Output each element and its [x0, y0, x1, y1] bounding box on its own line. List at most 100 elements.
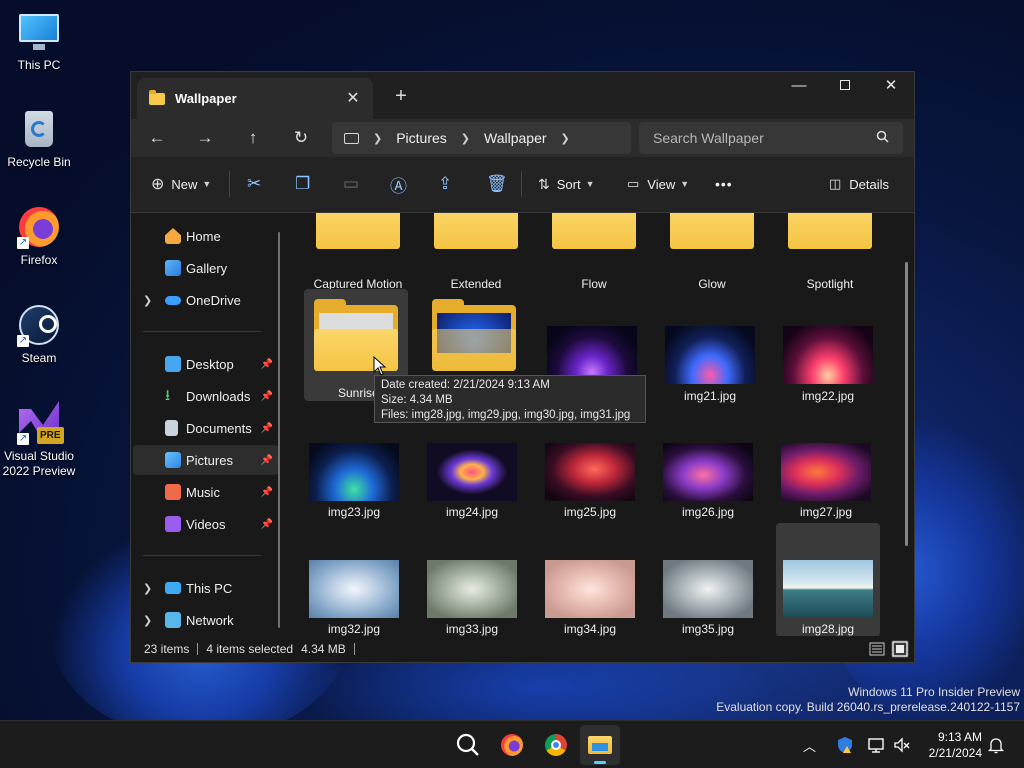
- sidebar-scrollbar[interactable]: [278, 232, 280, 628]
- delete-button[interactable]: 🗑: [486, 169, 508, 199]
- security-tray-icon[interactable]: [836, 721, 854, 768]
- new-button[interactable]: ⊕ New ▼: [151, 169, 211, 199]
- image-item[interactable]: img32.jpg: [302, 550, 406, 637]
- content-scrollbar[interactable]: [905, 262, 908, 546]
- sidebar-item-label: Videos: [186, 516, 226, 532]
- sidebar-item-onedrive[interactable]: ❯ OneDrive: [133, 285, 279, 315]
- cut-button[interactable]: ✂: [247, 169, 261, 199]
- folder-item[interactable]: Spotlight: [778, 213, 882, 291]
- search-input[interactable]: Search Wallpaper: [639, 122, 903, 154]
- search-icon: [876, 130, 889, 146]
- plus-circle-icon: ⊕: [151, 176, 165, 193]
- sidebar-item-network[interactable]: ❯ Network: [133, 605, 279, 635]
- sidebar-item-documents[interactable]: Documents 📌: [133, 413, 279, 443]
- view-button[interactable]: ▭ View ▼: [627, 169, 689, 199]
- chevron-right-icon[interactable]: ❯: [143, 614, 152, 627]
- image-item[interactable]: img28.jpg: [776, 523, 880, 637]
- tooltip-files: Files: img28.jpg, img29.jpg, img30.jpg, …: [381, 409, 631, 421]
- desktop-icon-firefox[interactable]: ↗ Firefox: [0, 205, 78, 268]
- chevron-up-icon: ︿: [803, 738, 817, 754]
- details-view-button[interactable]: [868, 640, 886, 658]
- pin-icon: 📌: [260, 486, 273, 498]
- evaluation-watermark: Windows 11 Pro Insider Preview Evaluatio…: [716, 685, 1020, 715]
- search-button[interactable]: [448, 725, 488, 765]
- file-list: Captured Motion Extended Flow Glow Spotl…: [289, 213, 914, 637]
- mouse-cursor-icon: [373, 356, 387, 376]
- maximize-button[interactable]: [822, 72, 868, 102]
- forward-button[interactable]: →: [181, 122, 229, 154]
- pin-icon: 📌: [260, 358, 273, 370]
- chevron-right-icon[interactable]: ❯: [143, 294, 152, 307]
- share-icon: ⇪: [438, 174, 453, 193]
- tooltip-size: Size: 4.34 MB: [381, 394, 453, 406]
- image-item[interactable]: img33.jpg: [420, 550, 524, 637]
- image-item[interactable]: img24.jpg: [420, 433, 524, 545]
- sidebar-divider: [143, 331, 261, 332]
- chevron-right-icon[interactable]: ❯: [143, 582, 152, 595]
- home-icon: [165, 228, 181, 244]
- image-item[interactable]: img25.jpg: [538, 433, 642, 545]
- share-button[interactable]: ⇪: [438, 169, 452, 199]
- sidebar-item-home[interactable]: Home: [133, 221, 279, 251]
- new-tab-button[interactable]: +: [389, 84, 413, 108]
- paste-button[interactable]: ▭: [343, 169, 359, 199]
- sidebar-item-music[interactable]: Music 📌: [133, 477, 279, 507]
- back-button[interactable]: ←: [133, 122, 181, 154]
- up-button[interactable]: ↑: [229, 122, 277, 154]
- minimize-button[interactable]: —: [776, 72, 822, 102]
- breadcrumb-wallpaper[interactable]: Wallpaper: [484, 130, 547, 146]
- chevron-right-icon[interactable]: ❯: [561, 132, 570, 145]
- close-tab-button[interactable]: ✕: [341, 87, 365, 111]
- folder-item[interactable]: Captured Motion: [306, 213, 410, 291]
- sidebar-item-label: Documents: [186, 420, 252, 436]
- folder-icon: [788, 213, 872, 249]
- network-tray-icon[interactable]: [867, 721, 887, 768]
- show-hidden-icons-button[interactable]: ︿: [803, 721, 816, 768]
- tab-wallpaper[interactable]: Wallpaper ✕: [137, 78, 373, 119]
- close-window-button[interactable]: ✕: [868, 72, 914, 102]
- desktop-icon-this-pc[interactable]: This PC: [0, 10, 78, 73]
- clock-time: 9:13 AM: [937, 730, 982, 744]
- desktop-folder-icon: [165, 356, 181, 372]
- folder-item[interactable]: Glow: [660, 213, 764, 291]
- sidebar-item-gallery[interactable]: Gallery: [133, 253, 279, 283]
- file-explorer-icon: [588, 736, 612, 754]
- refresh-button[interactable]: ↻: [277, 122, 325, 154]
- folder-item[interactable]: Extended: [424, 213, 528, 291]
- system-clock[interactable]: 9:13 AM 2/21/2024: [929, 729, 982, 761]
- more-options-button[interactable]: •••: [715, 169, 733, 199]
- chrome-icon: [545, 734, 567, 756]
- watermark-line: Evaluation copy. Build 26040.rs_prerelea…: [716, 700, 1020, 714]
- sort-button[interactable]: ⇅ Sort ▼: [538, 169, 595, 199]
- rename-button[interactable]: Ⓐ: [390, 169, 407, 199]
- image-item[interactable]: img22.jpg: [776, 289, 880, 403]
- sidebar-item-this-pc[interactable]: ❯ This PC: [133, 573, 279, 603]
- copy-button[interactable]: ❐: [295, 169, 310, 199]
- sidebar-item-pictures[interactable]: Pictures 📌: [133, 445, 279, 475]
- details-pane-button[interactable]: ◫ Details: [829, 169, 889, 199]
- desktop-icon-steam[interactable]: ↗ Steam: [0, 303, 78, 366]
- visual-studio-icon: PRE ↗: [17, 401, 64, 445]
- address-bar[interactable]: ❯ Pictures ❯ Wallpaper ❯: [332, 122, 631, 154]
- view-icon: ▭: [627, 176, 640, 191]
- desktop-icon-recycle-bin[interactable]: Recycle Bin: [0, 107, 78, 170]
- taskbar-firefox[interactable]: [492, 725, 532, 765]
- sidebar-item-videos[interactable]: Videos 📌: [133, 509, 279, 539]
- notifications-button[interactable]: [987, 721, 1005, 768]
- image-item[interactable]: img34.jpg: [538, 550, 642, 637]
- sidebar-item-downloads[interactable]: ⭳ Downloads 📌: [133, 381, 279, 411]
- image-item[interactable]: img23.jpg: [302, 433, 406, 545]
- volume-tray-icon[interactable]: [893, 721, 911, 768]
- large-icons-view-button[interactable]: [891, 640, 909, 658]
- sidebar-item-desktop[interactable]: Desktop 📌: [133, 349, 279, 379]
- breadcrumb-pictures[interactable]: Pictures: [396, 130, 447, 146]
- folder-item[interactable]: Flow: [542, 213, 646, 291]
- image-item[interactable]: img35.jpg: [656, 550, 760, 637]
- taskbar-chrome[interactable]: [536, 725, 576, 765]
- desktop-icon-visual-studio[interactable]: PRE ↗ Visual Studio 2022 Preview: [0, 401, 78, 479]
- image-item[interactable]: img21.jpg: [658, 289, 762, 403]
- navigation-pane: Home Gallery ❯ OneDrive Desktop 📌 ⭳ Down…: [131, 213, 289, 637]
- image-item[interactable]: img26.jpg: [656, 433, 760, 545]
- this-pc-icon: [17, 10, 61, 54]
- taskbar-file-explorer[interactable]: [580, 725, 620, 765]
